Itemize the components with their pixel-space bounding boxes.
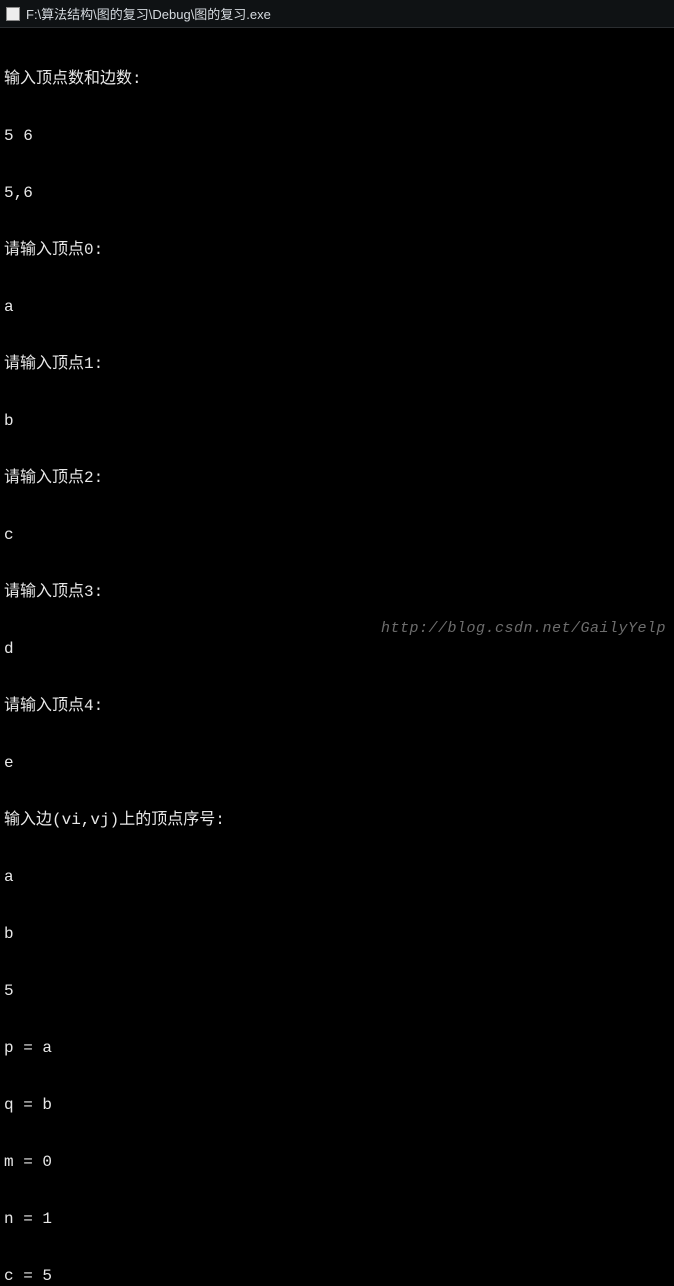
console-line: c <box>4 526 670 545</box>
console-line: p = a <box>4 1039 670 1058</box>
console-line: 输入边(vi,vj)上的顶点序号: <box>4 811 670 830</box>
console-output: 输入顶点数和边数: 5 6 5,6 请输入顶点0: a 请输入顶点1: b 请输… <box>0 28 674 1286</box>
window-title: F:\算法结构\图的复习\Debug\图的复习.exe <box>26 4 271 23</box>
console-line: q = b <box>4 1096 670 1115</box>
console-line: 5,6 <box>4 184 670 203</box>
console-line: a <box>4 298 670 317</box>
console-line: 请输入顶点1: <box>4 355 670 374</box>
console-line: 5 <box>4 982 670 1001</box>
app-icon <box>6 7 20 21</box>
console-line: 请输入顶点3: <box>4 583 670 602</box>
window-title-bar[interactable]: F:\算法结构\图的复习\Debug\图的复习.exe <box>0 0 674 28</box>
console-line: 输入顶点数和边数: <box>4 70 670 89</box>
console-line: n = 1 <box>4 1210 670 1229</box>
console-line: b <box>4 412 670 431</box>
console-line: c = 5 <box>4 1267 670 1286</box>
console-line: 5 6 <box>4 127 670 146</box>
console-line: e <box>4 754 670 773</box>
console-line: 请输入顶点0: <box>4 241 670 260</box>
console-line: 请输入顶点4: <box>4 697 670 716</box>
console-line: b <box>4 925 670 944</box>
console-line: m = 0 <box>4 1153 670 1172</box>
console-line: 请输入顶点2: <box>4 469 670 488</box>
console-line: a <box>4 868 670 887</box>
